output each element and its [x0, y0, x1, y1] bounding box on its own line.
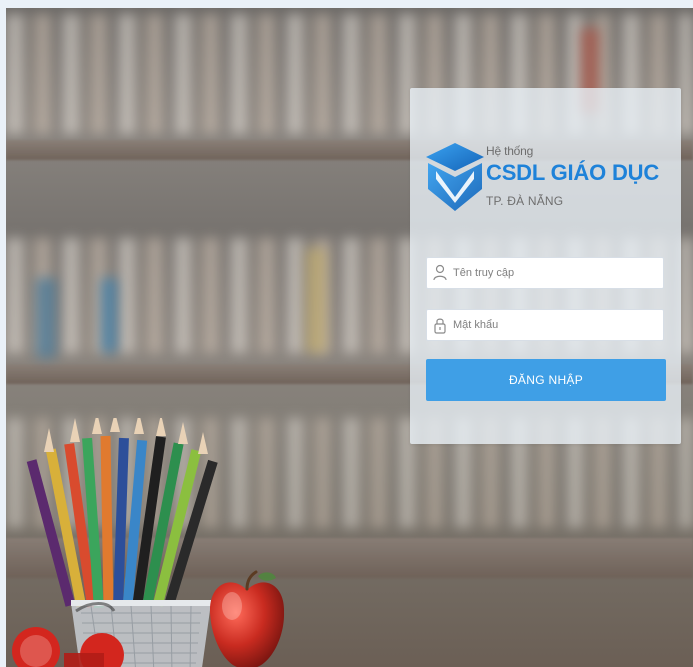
- user-icon: [433, 264, 447, 281]
- password-field[interactable]: [426, 309, 664, 341]
- brand-name: CSDL GIÁO DỤC: [486, 160, 660, 185]
- apple-image: [209, 570, 285, 667]
- brand-prefix: Hệ thống: [486, 144, 534, 158]
- username-field[interactable]: [426, 257, 664, 289]
- login-panel: Hệ thống CSDL GIÁO DỤC TP. ĐÀ NẴNG ĐĂNG …: [410, 88, 681, 444]
- alarm-clock-image: [12, 602, 124, 667]
- username-input[interactable]: [453, 258, 658, 288]
- graduation-cap-icon: [426, 143, 484, 211]
- login-button[interactable]: ĐĂNG NHẬP: [426, 359, 666, 401]
- login-page: Hệ thống CSDL GIÁO DỤC TP. ĐÀ NẴNG ĐĂNG …: [0, 0, 693, 667]
- password-input[interactable]: [453, 310, 658, 340]
- lock-icon: [434, 318, 446, 334]
- brand-city: TP. ĐÀ NẴNG: [486, 194, 564, 208]
- brand-header: Hệ thống CSDL GIÁO DỤC TP. ĐÀ NẴNG: [424, 138, 664, 218]
